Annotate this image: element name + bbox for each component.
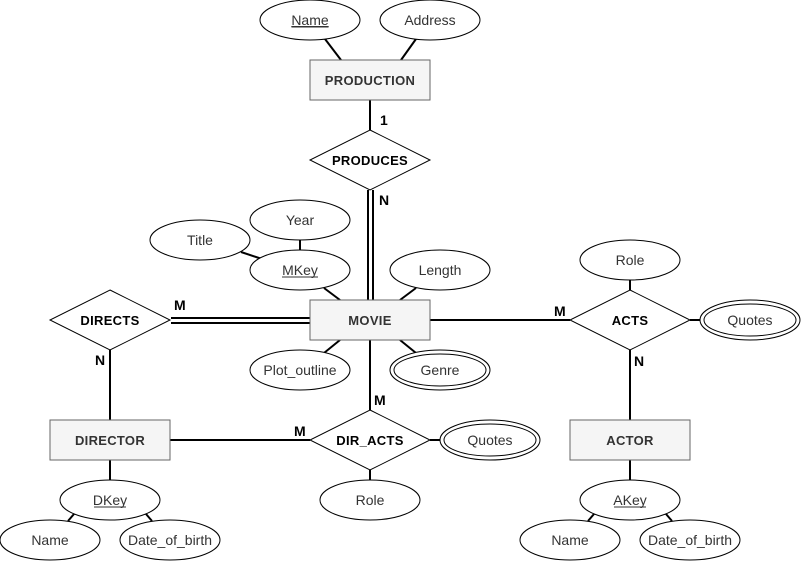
svg-text:ACTS: ACTS: [612, 313, 649, 328]
attribute-director-dkey[interactable]: DKey: [59, 479, 161, 521]
attribute-production-name[interactable]: Name: [259, 0, 361, 41]
attribute-acts-quotes[interactable]: Quotes: [699, 299, 801, 341]
entity-actor[interactable]: ACTOR: [569, 419, 691, 461]
entity-production[interactable]: PRODUCTION: [309, 59, 431, 101]
attribute-director-date-of-birth[interactable]: Date_of_birth: [119, 519, 221, 561]
svg-text:DIRECTS: DIRECTS: [80, 313, 139, 328]
cardinality-directs-movie: M: [174, 297, 186, 313]
svg-text:Quotes: Quotes: [727, 312, 772, 328]
relationship-produces[interactable]: PRODUCES: [308, 129, 432, 191]
svg-text:PRODUCES: PRODUCES: [332, 153, 408, 168]
connector-movie-genre: [399, 339, 417, 354]
cardinality-dir-acts-director: M: [294, 423, 306, 439]
cardinality-production-produces: 1: [380, 112, 388, 128]
relationship-acts[interactable]: ACTS: [568, 289, 692, 351]
connector-production-address: [400, 38, 417, 61]
svg-text:Plot_outline: Plot_outline: [263, 362, 336, 378]
svg-text:PRODUCTION: PRODUCTION: [325, 73, 415, 88]
connector-akey-name: [587, 513, 595, 522]
relationship-dir-acts[interactable]: DIR_ACTS: [308, 409, 432, 471]
attribute-movie-genre[interactable]: Genre: [389, 349, 491, 391]
connector-movie-plot-outline: [323, 339, 341, 354]
cardinality-acts-movie: M: [554, 303, 566, 319]
attribute-movie-plot-outline[interactable]: Plot_outline: [249, 349, 351, 391]
svg-text:Name: Name: [31, 532, 69, 548]
svg-text:Year: Year: [286, 212, 315, 228]
cardinality-directs-director: N: [95, 352, 105, 368]
svg-text:DKey: DKey: [93, 492, 127, 508]
entity-director[interactable]: DIRECTOR: [49, 419, 171, 461]
relationship-directs[interactable]: DIRECTS: [48, 289, 172, 351]
svg-text:DIR_ACTS: DIR_ACTS: [336, 433, 403, 448]
svg-text:Role: Role: [616, 252, 645, 268]
connector-length-movie: [399, 287, 417, 301]
cardinality-dir-acts-movie: M: [374, 392, 386, 408]
connector-dkey-name: [67, 513, 75, 522]
svg-text:Length: Length: [419, 262, 462, 278]
connector-akey-dob: [665, 513, 673, 522]
svg-text:Date_of_birth: Date_of_birth: [648, 532, 732, 548]
connector-title-mkey: [240, 251, 263, 260]
attribute-actor-akey[interactable]: AKey: [579, 479, 681, 521]
svg-text:AKey: AKey: [613, 492, 646, 508]
attribute-dir-acts-role[interactable]: Role: [319, 479, 421, 521]
connector-dkey-dob: [145, 513, 153, 522]
svg-text:MOVIE: MOVIE: [348, 313, 391, 328]
svg-text:Name: Name: [551, 532, 589, 548]
attribute-acts-role[interactable]: Role: [579, 239, 681, 281]
svg-text:Title: Title: [187, 232, 213, 248]
svg-text:ACTOR: ACTOR: [606, 433, 654, 448]
attribute-movie-title[interactable]: Title: [149, 219, 251, 261]
entity-movie[interactable]: MOVIE: [309, 299, 431, 341]
connector-mkey-movie: [323, 287, 341, 301]
connector-production-name: [324, 38, 342, 61]
svg-text:DIRECTOR: DIRECTOR: [75, 433, 145, 448]
attribute-movie-mkey[interactable]: MKey: [249, 249, 351, 291]
svg-text:Name: Name: [291, 12, 329, 28]
svg-text:Date_of_birth: Date_of_birth: [128, 532, 212, 548]
svg-text:Address: Address: [404, 12, 455, 28]
attribute-actor-date-of-birth[interactable]: Date_of_birth: [639, 519, 741, 561]
attribute-production-address[interactable]: Address: [379, 0, 481, 41]
attribute-dir-acts-quotes[interactable]: Quotes: [439, 419, 541, 461]
svg-text:Role: Role: [356, 492, 385, 508]
svg-text:MKey: MKey: [282, 262, 318, 278]
attribute-movie-year[interactable]: Year: [249, 199, 351, 241]
svg-text:Genre: Genre: [421, 362, 460, 378]
er-diagram-canvas: Name Address PRODUCTION PRODUCES Title Y…: [0, 0, 801, 561]
attribute-movie-length[interactable]: Length: [389, 249, 491, 291]
attribute-actor-name[interactable]: Name: [519, 519, 621, 561]
cardinality-acts-actor: N: [634, 353, 644, 369]
attribute-director-name[interactable]: Name: [0, 519, 101, 561]
cardinality-produces-movie: N: [379, 192, 389, 208]
svg-text:Quotes: Quotes: [467, 432, 512, 448]
